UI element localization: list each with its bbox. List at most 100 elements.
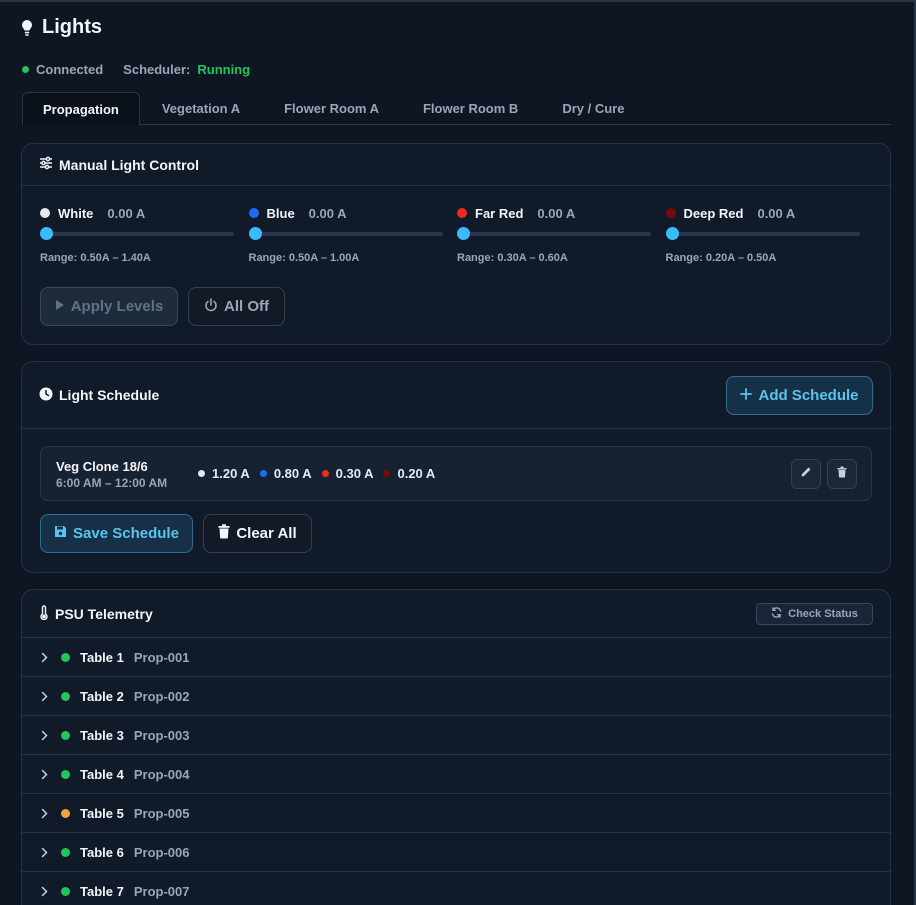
channel-value: 0.00 A [107, 205, 146, 221]
refresh-icon [771, 606, 782, 621]
apply-levels-label: Apply Levels [70, 298, 164, 315]
chevron-right-icon[interactable] [41, 769, 51, 780]
channel-value: 0.00 A [308, 205, 347, 221]
psu-table-name: Table 6 [80, 844, 124, 860]
far-red-color-dot [321, 470, 329, 477]
psu-status-dot [61, 769, 70, 779]
clear-all-label: Clear All [236, 525, 297, 542]
blue-color-dot [248, 208, 259, 218]
psu-table-name: Table 3 [80, 727, 124, 743]
schedule-entry-time: 6:00 AM – 12:00 AM [56, 476, 168, 490]
psu-table-row[interactable]: Table 3 Prop-003 [22, 715, 890, 754]
manual-card-title: Manual Light Control [39, 156, 199, 173]
deep-red-color-dot [383, 470, 391, 477]
apply-levels-button[interactable]: Apply Levels [40, 287, 178, 326]
save-schedule-button[interactable]: Save Schedule [40, 514, 193, 553]
level-deep-red: 0.20 A [383, 466, 435, 481]
floppy-disk-icon [54, 525, 67, 542]
deep-red-slider[interactable] [665, 227, 860, 240]
far-red-slider[interactable] [457, 227, 651, 240]
tab-vegetation-a[interactable]: Vegetation A [140, 92, 262, 125]
room-tabs: Propagation Vegetation A Flower Room A F… [22, 92, 891, 125]
schedule-card-title: Light Schedule [39, 387, 159, 404]
white-slider[interactable] [40, 227, 234, 240]
plus-icon [740, 387, 753, 404]
psu-table-row[interactable]: Table 2 Prop-002 [22, 676, 890, 715]
slider-thumb[interactable] [665, 227, 679, 240]
psu-table-row[interactable]: Table 4 Prop-004 [22, 754, 890, 793]
chevron-right-icon[interactable] [41, 886, 51, 897]
manual-card-title-text: Manual Light Control [59, 156, 199, 173]
scheduler-label: Scheduler: [123, 62, 191, 77]
channel-name: Blue [266, 205, 295, 221]
tab-flower-room-b[interactable]: Flower Room B [401, 92, 540, 125]
level-white: 1.20 A [198, 466, 250, 481]
channel-white: White 0.00 A Range: 0.50A – 1.40A [40, 206, 249, 264]
power-icon [204, 297, 218, 316]
psu-table-row[interactable]: Table 6 Prop-006 [22, 832, 890, 871]
chevron-right-icon[interactable] [41, 652, 51, 663]
channel-deep-red: Deep Red 0.00 A Range: 0.20A – 0.50A [665, 206, 875, 264]
psu-table-list: Table 1 Prop-001 Table 2 Prop-002 Table 3 Pro… [22, 637, 890, 905]
psu-table-id: Prop-004 [133, 766, 190, 782]
channel-range: Range: 0.30A – 0.60A [457, 252, 568, 264]
chevron-right-icon[interactable] [41, 808, 51, 819]
psu-table-row[interactable]: Table 7 Prop-007 [22, 871, 890, 905]
channel-range: Range: 0.50A – 1.00A [248, 252, 360, 264]
slider-thumb[interactable] [248, 227, 262, 240]
chevron-right-icon[interactable] [41, 730, 51, 741]
psu-table-name: Table 7 [80, 883, 124, 899]
sliders-icon [39, 156, 53, 173]
chevron-right-icon[interactable] [41, 847, 51, 858]
psu-table-name: Table 1 [80, 649, 124, 665]
channel-list: White 0.00 A Range: 0.50A – 1.40A Blue 0… [40, 206, 874, 264]
check-status-label: Check Status [788, 607, 858, 620]
pencil-icon [800, 465, 812, 483]
psu-status-dot [61, 691, 70, 701]
all-off-button[interactable]: All Off [188, 287, 285, 326]
add-schedule-button[interactable]: Add Schedule [726, 375, 873, 415]
psu-telemetry-card: PSU Telemetry Check Status Table 1 Prop-0… [21, 589, 891, 905]
psu-card-title: PSU Telemetry [39, 604, 153, 623]
tab-flower-room-a[interactable]: Flower Room A [262, 92, 401, 125]
delete-schedule-button[interactable] [827, 459, 857, 489]
channel-value: 0.00 A [537, 205, 576, 221]
lightbulb-icon [20, 18, 34, 38]
tab-propagation[interactable]: Propagation [22, 92, 140, 125]
slider-thumb[interactable] [40, 227, 53, 240]
all-off-label: All Off [224, 298, 269, 315]
psu-table-row[interactable]: Table 1 Prop-001 [22, 637, 890, 676]
save-schedule-label: Save Schedule [73, 525, 179, 542]
schedule-entry-levels: 1.20 A 0.80 A 0.30 A 0.20 A [198, 466, 445, 481]
clear-all-button[interactable]: Clear All [203, 514, 312, 553]
connection-status-dot [22, 66, 29, 73]
blue-color-dot [259, 470, 267, 477]
check-status-button[interactable]: Check Status [756, 602, 873, 625]
schedule-entry-name: Veg Clone 18/6 [56, 459, 148, 474]
level-blue: 0.80 A [259, 466, 312, 481]
psu-table-row[interactable]: Table 5 Prop-005 [22, 793, 890, 832]
scheduler-status: Running [197, 62, 251, 77]
slider-thumb[interactable] [457, 227, 470, 240]
psu-table-name: Table 4 [80, 766, 124, 782]
manual-actions: Apply Levels All Off [40, 287, 285, 326]
deep-red-color-dot [665, 208, 676, 218]
edit-schedule-button[interactable] [791, 459, 821, 489]
psu-status-dot [61, 886, 70, 896]
schedule-card-header: Light Schedule Add Schedule [22, 362, 890, 429]
level-value: 0.80 A [273, 466, 312, 481]
psu-table-id: Prop-007 [133, 883, 190, 899]
level-value: 0.30 A [335, 466, 374, 481]
psu-status-dot [61, 652, 70, 662]
status-bar: Connected Scheduler: Running [22, 62, 250, 77]
chevron-right-icon[interactable] [41, 691, 51, 702]
psu-card-title-text: PSU Telemetry [55, 605, 153, 622]
white-color-dot [198, 470, 205, 477]
blue-slider[interactable] [248, 227, 443, 240]
psu-card-header: PSU Telemetry Check Status [22, 590, 890, 637]
psu-table-name: Table 2 [80, 688, 124, 704]
tab-dry-cure[interactable]: Dry / Cure [540, 92, 646, 125]
far-red-color-dot [457, 208, 467, 218]
trash-icon [836, 465, 848, 483]
play-icon [55, 298, 65, 315]
